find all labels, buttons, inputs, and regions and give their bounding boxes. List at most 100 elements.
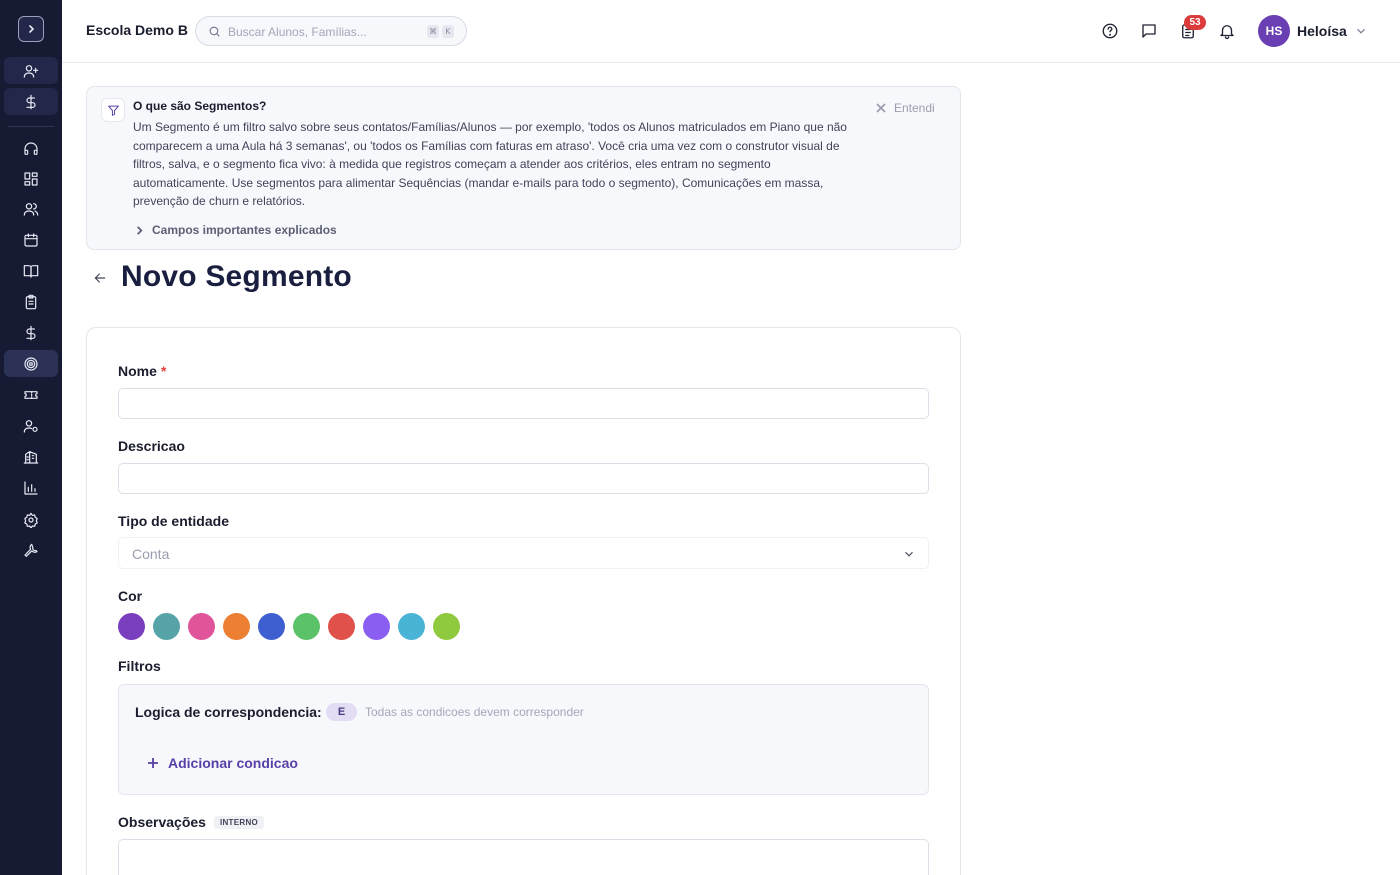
dismiss-label: Entendi — [894, 101, 935, 115]
filters-panel: Logica de correspondencia: E Todas as co… — [118, 684, 929, 795]
wrench-icon — [24, 543, 38, 557]
color-swatch-2[interactable] — [153, 613, 180, 640]
user-plus-icon — [23, 64, 39, 78]
billing-dollar-icon — [26, 325, 36, 340]
color-swatch-3[interactable] — [188, 613, 215, 640]
bar-chart-icon — [24, 480, 38, 495]
match-logic-label: Logica de correspondencia: — [135, 704, 322, 720]
match-logic-hint: Todas as condicoes devem corresponder — [365, 705, 584, 719]
help-circle-icon — [1102, 23, 1118, 39]
internal-tag: INTERNO — [213, 816, 265, 829]
add-condition-button[interactable]: Adicionar condicao — [147, 755, 298, 771]
search-input[interactable] — [228, 23, 418, 41]
chevron-right-icon — [137, 225, 143, 235]
users-icon — [23, 202, 39, 216]
important-fields-toggle[interactable]: Campos importantes explicados — [135, 223, 337, 237]
color-swatch-5[interactable] — [258, 613, 285, 640]
segments-info-banner: O que são Segmentos? Um Segmento é um fi… — [86, 86, 961, 250]
headset-icon — [24, 141, 38, 155]
color-swatch-10[interactable] — [433, 613, 460, 640]
sidebar-item-support[interactable] — [4, 135, 58, 162]
user-menu-toggle[interactable] — [1354, 24, 1368, 38]
chevron-down-icon — [902, 547, 916, 561]
ticket-icon — [24, 390, 38, 399]
back-button[interactable] — [92, 270, 110, 288]
plus-icon — [148, 758, 158, 768]
sidebar-item-settings[interactable] — [4, 506, 58, 533]
color-label: Cor — [118, 588, 143, 604]
name-label-text: Nome — [118, 363, 157, 379]
notes-label: Observações INTERNO — [118, 814, 265, 830]
name-label: Nome * — [118, 363, 166, 379]
color-swatch-4[interactable] — [223, 613, 250, 640]
sidebar-item-calendar[interactable] — [4, 226, 58, 253]
info-title: O que são Segmentos? — [133, 99, 267, 113]
required-mark: * — [160, 363, 167, 379]
sidebar-divider — [8, 126, 54, 127]
calendar-icon — [24, 232, 38, 247]
book-open-icon — [23, 264, 39, 278]
sidebar-expand-button[interactable] — [18, 16, 44, 42]
color-swatch-1[interactable] — [118, 613, 145, 640]
chevron-down-icon — [1357, 28, 1365, 34]
tasks-count-badge: 53 — [1184, 15, 1206, 30]
building-icon — [23, 450, 39, 464]
sidebar-item-tools[interactable] — [4, 537, 58, 564]
page-title: Novo Segmento — [121, 260, 352, 293]
global-search[interactable]: ⌘ K — [195, 16, 467, 46]
target-icon — [24, 356, 38, 371]
segment-form: Nome * Descricao Tipo de entidade Conta C… — [86, 327, 961, 875]
user-name[interactable]: Heloísa — [1297, 23, 1347, 39]
help-button[interactable] — [1100, 21, 1120, 41]
avatar[interactable]: HS — [1258, 15, 1290, 47]
shortcut-key-k: K — [442, 25, 454, 38]
close-icon — [876, 103, 886, 113]
entity-type-label: Tipo de entidade — [118, 513, 229, 529]
description-input[interactable] — [118, 463, 929, 494]
notes-label-text: Observações — [118, 814, 206, 830]
entity-type-select[interactable]: Conta — [118, 537, 929, 569]
clipboard-icon — [25, 294, 37, 309]
info-body: Um Segmento é um filtro salvo sobre seus… — [133, 120, 847, 209]
sidebar-item-billing[interactable] — [4, 319, 58, 346]
bell-icon — [1220, 25, 1234, 40]
sidebar-item-locations[interactable] — [4, 443, 58, 470]
chevron-right-icon — [29, 25, 35, 33]
shortcut-key-cmd: ⌘ — [427, 25, 439, 38]
dashboard-grid-icon — [24, 171, 38, 186]
sidebar-item-quick-payment[interactable] — [4, 88, 58, 115]
sidebar-item-tasks[interactable] — [4, 288, 58, 315]
gear-icon — [24, 512, 38, 528]
dollar-icon — [26, 94, 36, 109]
user-settings-icon — [23, 419, 38, 433]
color-swatch-6[interactable] — [293, 613, 320, 640]
important-fields-label: Campos importantes explicados — [152, 223, 337, 237]
sidebar-item-people[interactable] — [4, 195, 58, 222]
name-input[interactable] — [118, 388, 929, 419]
filters-label: Filtros — [118, 658, 161, 674]
sidebar-item-staff[interactable] — [4, 412, 58, 439]
color-swatch-9[interactable] — [398, 613, 425, 640]
entity-type-value: Conta — [132, 546, 170, 562]
sidebar-item-reports[interactable] — [4, 474, 58, 501]
add-condition-label: Adicionar condicao — [168, 755, 298, 771]
dismiss-info-button[interactable]: Entendi — [876, 101, 935, 115]
color-swatch-7[interactable] — [328, 613, 355, 640]
sidebar-item-segments[interactable] — [4, 350, 58, 377]
search-icon — [209, 26, 220, 37]
match-logic-toggle[interactable]: E — [326, 703, 357, 721]
color-swatches — [118, 613, 460, 640]
sidebar-item-dashboard[interactable] — [4, 165, 58, 192]
sidebar — [0, 0, 62, 875]
notes-textarea[interactable] — [118, 839, 929, 875]
top-bar: Escola Demo B ⌘ K 53 HS Heloísa — [62, 0, 1400, 63]
messages-button[interactable] — [1139, 21, 1159, 41]
chat-bubble-icon — [1142, 24, 1156, 38]
color-swatch-8[interactable] — [363, 613, 390, 640]
notifications-button[interactable] — [1217, 21, 1237, 41]
school-name: Escola Demo B — [86, 22, 188, 38]
sidebar-item-tickets[interactable] — [4, 381, 58, 408]
sidebar-item-lessons[interactable] — [4, 257, 58, 284]
description-label: Descricao — [118, 438, 185, 454]
sidebar-item-add-contact[interactable] — [4, 57, 58, 84]
